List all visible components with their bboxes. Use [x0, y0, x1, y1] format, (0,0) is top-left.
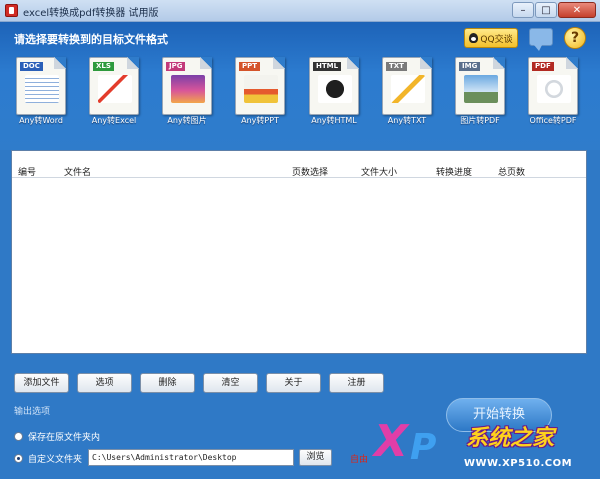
save-in-source-radio[interactable] — [14, 431, 23, 441]
format-tag: XLS — [93, 62, 114, 71]
format-label: Office转PDF — [529, 116, 577, 125]
format-any-to-image[interactable]: JPG Any转图片 — [158, 57, 216, 129]
format-label: Any转Excel — [91, 116, 137, 125]
format-any-to-ppt[interactable]: PPT Any转PPT — [231, 57, 289, 129]
format-tag: JPG — [166, 62, 186, 71]
format-label: Any转HTML — [311, 116, 357, 125]
hint-text: 自由 — [350, 455, 369, 465]
file-list[interactable]: 编号 文件名 页数选择 文件大小 转换进度 总页数 — [11, 150, 587, 354]
txt-pencil-graphic — [391, 75, 425, 103]
column-progress[interactable]: 转换进度 — [436, 165, 472, 178]
format-tag: PPT — [239, 62, 261, 71]
ppt-doc-icon: PPT — [235, 57, 285, 115]
format-label: Any转PPT — [241, 116, 279, 125]
image-doc-icon: JPG — [162, 57, 212, 115]
qq-chat-label: QQ交谈 — [480, 34, 513, 45]
custom-folder-label: 自定义文件夹 — [28, 454, 83, 465]
clear-button[interactable]: 清空 — [203, 373, 258, 393]
format-any-to-html[interactable]: HTML Any转HTML — [305, 57, 363, 129]
column-filename[interactable]: 文件名 — [64, 165, 91, 178]
format-tag: PDF — [532, 62, 554, 71]
format-any-to-word[interactable]: DOC Any转Word — [12, 57, 70, 129]
img-doc-icon: IMG — [455, 57, 505, 115]
column-total-pages[interactable]: 总页数 — [498, 165, 525, 178]
watermark-p: P — [410, 427, 437, 468]
close-button[interactable]: ✕ — [558, 2, 596, 18]
add-file-button[interactable]: 添加文件 — [14, 373, 69, 393]
custom-folder-radio[interactable] — [14, 453, 23, 463]
app-icon — [5, 4, 18, 17]
register-button[interactable]: 注册 — [329, 373, 384, 393]
format-prompt: 请选择要转换到的目标文件格式 — [14, 33, 168, 46]
img-landscape-graphic — [464, 75, 498, 103]
word-lines-graphic — [25, 75, 59, 103]
maximize-button[interactable]: □ — [535, 2, 557, 18]
format-tag: IMG — [459, 62, 481, 71]
format-tag: DOC — [20, 62, 43, 71]
output-path-field[interactable]: C:\Users\Administrator\Desktop — [88, 449, 294, 466]
column-index[interactable]: 编号 — [18, 165, 36, 178]
option-save-in-source[interactable]: 保存在原文件夹内 — [14, 429, 100, 443]
about-button[interactable]: 关于 — [266, 373, 321, 393]
qq-chat-button[interactable]: QQ交谈 — [464, 28, 518, 48]
window-title: excel转换成pdf转换器 试用版 — [23, 8, 159, 19]
format-office-to-pdf[interactable]: PDF Office转PDF — [524, 57, 582, 129]
format-any-to-txt[interactable]: TXT Any转TXT — [378, 57, 436, 129]
watermark-logo: X P 系统之家 WWW.XP510.COM — [372, 416, 600, 479]
html-globe-graphic — [318, 75, 352, 103]
ppt-slide-graphic — [244, 75, 278, 103]
option-custom-folder[interactable]: 自定义文件夹 — [14, 451, 82, 465]
chat-icon[interactable] — [529, 28, 553, 51]
excel-chart-graphic — [98, 75, 132, 103]
watermark-x: X — [374, 416, 408, 467]
html-doc-icon: HTML — [309, 57, 359, 115]
pdf-acrobat-graphic — [537, 75, 571, 103]
excel-doc-icon: XLS — [89, 57, 139, 115]
window-controls: – □ ✕ — [512, 2, 596, 18]
watermark-brand: 系统之家 — [466, 426, 555, 451]
minimize-button[interactable]: – — [512, 2, 534, 18]
qq-icon — [469, 33, 479, 43]
format-tag: TXT — [386, 62, 407, 71]
format-label: Any转TXT — [387, 116, 427, 125]
format-any-to-excel[interactable]: XLS Any转Excel — [85, 57, 143, 129]
file-list-header: 编号 文件名 页数选择 文件大小 转换进度 总页数 — [12, 164, 586, 178]
format-label: Any转Word — [19, 116, 63, 125]
format-list: DOC Any转Word XLS Any转Excel JPG Any转图片 PP… — [12, 57, 592, 129]
word-doc-icon: DOC — [16, 57, 66, 115]
watermark-url: WWW.XP510.COM — [464, 458, 573, 469]
title-bar: excel转换成pdf转换器 试用版 – □ ✕ — [0, 0, 600, 22]
format-label: Any转图片 — [167, 116, 207, 125]
txt-doc-icon: TXT — [382, 57, 432, 115]
options-button[interactable]: 选项 — [77, 373, 132, 393]
format-label: 图片转PDF — [460, 116, 500, 125]
column-file-size[interactable]: 文件大小 — [361, 165, 397, 178]
format-image-to-pdf[interactable]: IMG 图片转PDF — [451, 57, 509, 129]
delete-button[interactable]: 删除 — [140, 373, 195, 393]
format-header: 请选择要转换到的目标文件格式 QQ交谈 ? DOC Any转Word XLS A… — [0, 22, 600, 150]
save-in-source-label: 保存在原文件夹内 — [28, 432, 101, 443]
help-icon[interactable]: ? — [564, 27, 586, 49]
browse-button[interactable]: 浏览 — [299, 449, 332, 466]
image-photo-graphic — [171, 75, 205, 103]
column-page-select[interactable]: 页数选择 — [292, 165, 328, 178]
pdf-doc-icon: PDF — [528, 57, 578, 115]
output-options-label: 输出选项 — [14, 407, 51, 417]
format-tag: HTML — [313, 62, 342, 71]
